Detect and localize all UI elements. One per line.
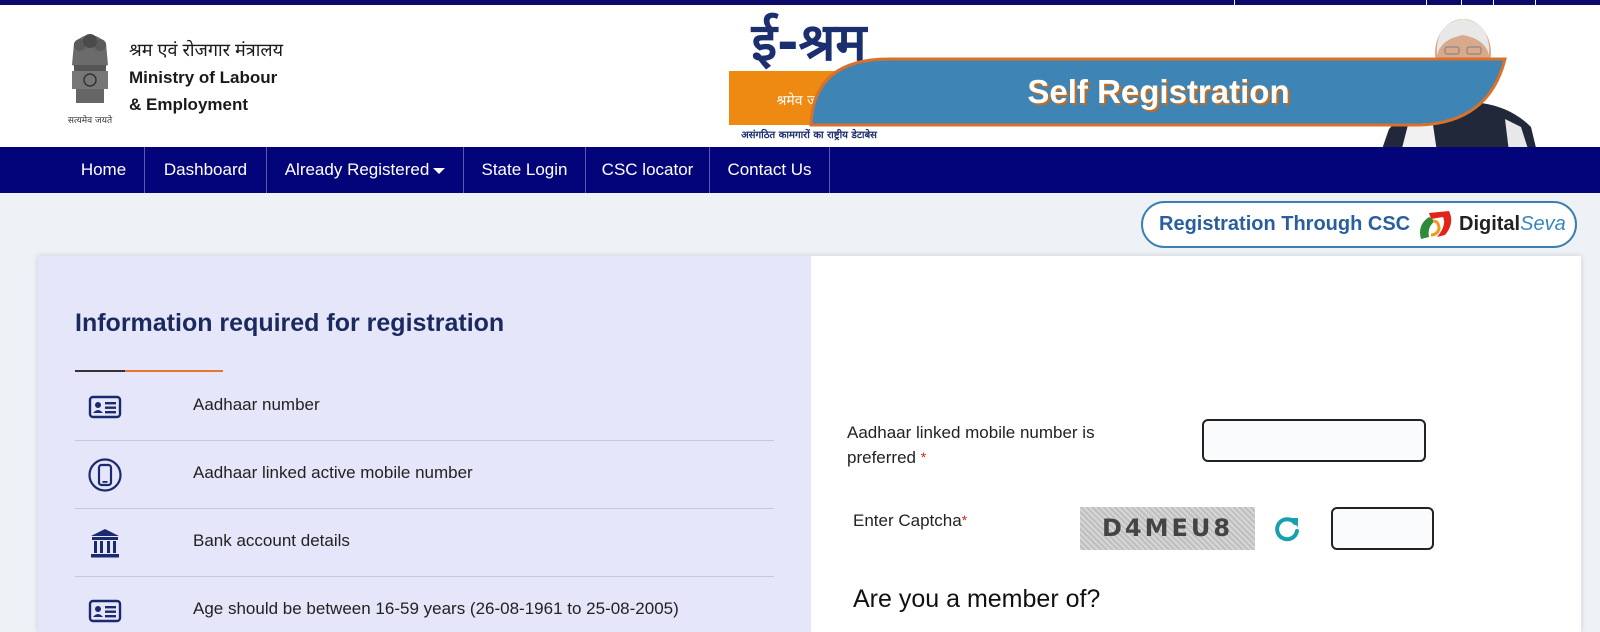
captcha-input[interactable]: [1331, 507, 1434, 550]
mobile-label-line-1: Aadhaar linked mobile number is: [847, 423, 1095, 442]
captcha-label-text: Enter Captcha: [853, 511, 962, 530]
nav-dashboard[interactable]: Dashboard: [145, 147, 266, 193]
captcha-image: D4MEU8: [1080, 507, 1255, 550]
ministry-hindi: श्रम एवं रोजगार मंत्रालय: [129, 40, 284, 60]
caret-down-icon: [433, 167, 446, 174]
title-underline: [75, 370, 125, 372]
mobile-number-input[interactable]: [1202, 419, 1426, 462]
self-registration-title: Self Registration: [1027, 73, 1290, 110]
refresh-captcha-icon[interactable]: [1273, 515, 1301, 543]
nav-divider: [829, 147, 830, 193]
national-emblem-icon: सत्यमेव जयते: [68, 34, 113, 126]
csc-registration-label: Registration Through CSC: [1159, 213, 1411, 235]
list-item: Aadhaar linked active mobile number: [75, 441, 774, 509]
csc-registration-button[interactable]: Registration Through CSC DigitalSeva: [1141, 201, 1577, 248]
req-mobile-number: Aadhaar linked active mobile number: [193, 463, 473, 482]
captcha-label: Enter Captcha*: [853, 508, 967, 533]
nav-already-registered[interactable]: Already Registered: [267, 147, 463, 193]
nav-home[interactable]: Home: [63, 147, 144, 193]
title-underline-accent: [125, 370, 223, 372]
required-mark: *: [920, 449, 927, 465]
list-item: Bank account details: [75, 509, 774, 577]
req-bank-details: Bank account details: [193, 531, 350, 550]
nav-already-registered-label: Already Registered: [284, 160, 430, 179]
mobile-icon: [88, 458, 122, 492]
mobile-number-label: Aadhaar linked mobile number is preferre…: [847, 420, 1147, 470]
nav-csc-locator[interactable]: CSC locator: [586, 147, 709, 193]
main-nav: Home Dashboard Already Registered State …: [0, 147, 1600, 193]
info-title: Information required for registration: [75, 309, 505, 337]
list-item: Age should be between 16-59 years (26-08…: [75, 577, 774, 632]
ministry-line-1: Ministry of Labour: [129, 68, 278, 87]
digital-seva-brand: DigitalSeva: [1459, 203, 1566, 246]
ministry-line-2: & Employment: [129, 95, 249, 114]
nav-contact-us[interactable]: Contact Us: [710, 147, 829, 193]
id-card-icon: [88, 599, 122, 623]
logo-tagline: असंगठित कामगारों का राष्ट्रीय डेटाबेस: [741, 130, 877, 141]
digital-seva-logo-icon: [1420, 211, 1452, 239]
bank-icon: [91, 529, 119, 558]
list-item: Aadhaar number: [75, 373, 774, 441]
info-panel: Information required for registration Aa…: [38, 256, 811, 632]
required-mark: *: [961, 512, 968, 528]
emblem-caption: सत्यमेव जयते: [68, 114, 113, 126]
req-aadhaar-number: Aadhaar number: [193, 395, 320, 414]
ministry-name: श्रम एवं रोजगार मंत्रालय Ministry of Lab…: [129, 37, 283, 118]
mobile-label-line-2: preferred: [847, 448, 916, 467]
id-card-icon: [88, 395, 122, 419]
nav-state-login[interactable]: State Login: [464, 147, 585, 193]
req-age-range: Age should be between 16-59 years (26-08…: [193, 599, 679, 618]
brand-digital: Digital: [1459, 213, 1521, 235]
brand-seva: Seva: [1520, 213, 1566, 235]
member-question: Are you a member of?: [853, 585, 1101, 613]
